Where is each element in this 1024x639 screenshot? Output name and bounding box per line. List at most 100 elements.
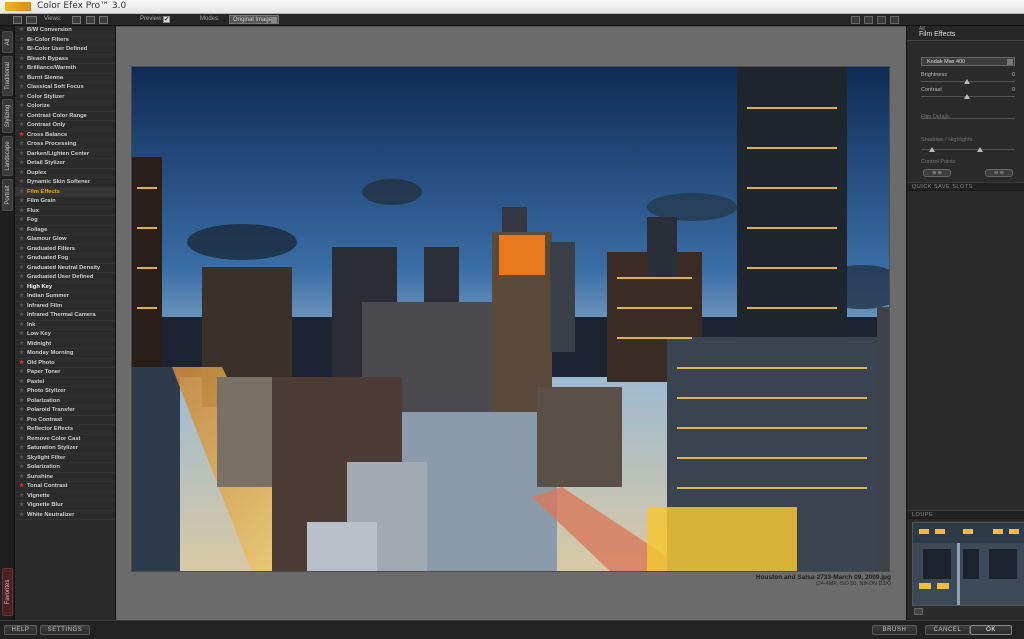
split-view-icon[interactable]: [26, 16, 37, 24]
help-button[interactable]: HELP: [4, 625, 37, 635]
filter-item[interactable]: ★ Bleach Bypass: [15, 55, 115, 64]
filter-item[interactable]: ★ Brilliance/Warmth: [15, 64, 115, 74]
filter-item[interactable]: ★ Cross Processing: [15, 140, 115, 150]
favorite-star-icon[interactable]: ★: [19, 64, 24, 73]
filter-item[interactable]: ★ Foliage: [15, 226, 115, 235]
favorite-star-icon[interactable]: ★: [19, 330, 24, 339]
hand-tool-icon[interactable]: [851, 16, 860, 24]
filter-item[interactable]: ★ Graduated User Defined: [15, 273, 115, 283]
settings-button[interactable]: SETTINGS: [40, 625, 90, 635]
filter-item[interactable]: ★ Bi-Color Filters: [15, 36, 115, 45]
favorite-star-icon[interactable]: ★: [19, 359, 24, 368]
favorite-star-icon[interactable]: ★: [19, 349, 24, 358]
favorite-star-icon[interactable]: ★: [19, 45, 24, 54]
favorite-star-icon[interactable]: ★: [19, 131, 24, 140]
favorite-star-icon[interactable]: ★: [19, 169, 24, 178]
view-single-button[interactable]: [72, 16, 81, 24]
filter-item[interactable]: ★ Graduated Filters: [15, 245, 115, 254]
filter-item[interactable]: ★ Bi-Color User Defined: [15, 45, 115, 55]
favorite-star-icon[interactable]: ★: [19, 74, 24, 83]
favorite-star-icon[interactable]: ★: [19, 216, 24, 225]
filter-item[interactable]: ★ Graduated Neutral Density: [15, 264, 115, 273]
loupe-pin-icon[interactable]: [914, 608, 923, 615]
preview-canvas[interactable]: Houston and Salsa-2733-March 09, 2009.jp…: [116, 26, 906, 620]
favorite-star-icon[interactable]: ★: [19, 454, 24, 463]
filter-item[interactable]: ★ Contrast Color Range: [15, 112, 115, 121]
favorite-star-icon[interactable]: ★: [19, 93, 24, 102]
filter-item[interactable]: ★ Polaroid Transfer: [15, 406, 115, 416]
filter-item[interactable]: ★ Polarization: [15, 397, 115, 406]
mode-select[interactable]: Original Image: [229, 15, 279, 24]
info-tool-icon[interactable]: [890, 16, 899, 24]
film-details-label[interactable]: Film Details: [921, 114, 950, 120]
favorite-star-icon[interactable]: ★: [19, 197, 24, 206]
filter-item[interactable]: ★ Indian Summer: [15, 292, 115, 302]
favorite-star-icon[interactable]: ★: [19, 302, 24, 311]
tab-landscape[interactable]: Landscape: [2, 136, 13, 176]
filter-item[interactable]: ★ Detail Stylizer: [15, 159, 115, 169]
filter-item[interactable]: ★ Remove Color Cast: [15, 435, 115, 444]
favorite-star-icon[interactable]: ★: [19, 473, 24, 482]
filter-item[interactable]: ★ Classical Soft Focus: [15, 83, 115, 93]
favorite-star-icon[interactable]: ★: [19, 492, 24, 501]
favorite-star-icon[interactable]: ★: [19, 264, 24, 273]
filter-item[interactable]: ★ Fog: [15, 216, 115, 226]
filter-item[interactable]: ★ Film Effects: [15, 187, 115, 197]
favorite-star-icon[interactable]: ★: [19, 283, 24, 292]
single-view-icon[interactable]: [13, 16, 22, 24]
favorite-star-icon[interactable]: ★: [19, 511, 24, 520]
filter-item[interactable]: ★ Monday Morning: [15, 349, 115, 359]
filter-item[interactable]: ★ High Key: [15, 283, 115, 292]
filter-item[interactable]: ★ Graduated Fog: [15, 254, 115, 264]
favorite-star-icon[interactable]: ★: [19, 321, 24, 330]
loupe-header[interactable]: LOUPE: [907, 510, 1024, 519]
filter-item[interactable]: ★ Sunshine: [15, 473, 115, 482]
filter-item[interactable]: ★ Infrared Film: [15, 302, 115, 311]
background-toggle-icon[interactable]: [877, 16, 886, 24]
favorite-star-icon[interactable]: ★: [19, 254, 24, 263]
favorite-star-icon[interactable]: ★: [19, 188, 24, 197]
favorite-star-icon[interactable]: ★: [19, 207, 24, 216]
filter-item[interactable]: ★ Color Stylizer: [15, 93, 115, 102]
favorite-star-icon[interactable]: ★: [19, 83, 24, 92]
favorite-star-icon[interactable]: ★: [19, 444, 24, 453]
filter-item[interactable]: ★ Midnight: [15, 340, 115, 349]
add-control-point-button[interactable]: ⊕ ⊕: [923, 169, 951, 177]
filter-item[interactable]: ★ B/W Conversion: [15, 26, 115, 36]
favorite-star-icon[interactable]: ★: [19, 435, 24, 444]
filter-item[interactable]: ★ Colorize: [15, 102, 115, 112]
favorite-star-icon[interactable]: ★: [19, 273, 24, 282]
filter-item[interactable]: ★ Tonal Contrast: [15, 482, 115, 492]
filter-item[interactable]: ★ Skylight Filter: [15, 454, 115, 463]
favorite-star-icon[interactable]: ★: [19, 406, 24, 415]
brightness-slider-thumb[interactable]: [964, 79, 970, 84]
filter-item[interactable]: ★ Low Key: [15, 330, 115, 340]
tab-stylizing[interactable]: Stylizing: [2, 99, 13, 133]
favorite-star-icon[interactable]: ★: [19, 235, 24, 244]
favorite-star-icon[interactable]: ★: [19, 26, 24, 35]
filter-item[interactable]: ★ Cross Balance: [15, 131, 115, 140]
filter-item[interactable]: ★ Ink: [15, 321, 115, 330]
favorite-star-icon[interactable]: ★: [19, 387, 24, 396]
zoom-tool-icon[interactable]: [864, 16, 873, 24]
shadows-highlights-slider[interactable]: [921, 149, 1015, 150]
filter-item[interactable]: ★ Reflector Effects: [15, 425, 115, 435]
filter-item[interactable]: ★ Flux: [15, 207, 115, 216]
favorite-star-icon[interactable]: ★: [19, 340, 24, 349]
filter-item[interactable]: ★ Pastel: [15, 378, 115, 387]
favorite-star-icon[interactable]: ★: [19, 501, 24, 510]
favorite-star-icon[interactable]: ★: [19, 178, 24, 187]
brush-button[interactable]: BRUSH: [872, 625, 917, 635]
shadows-highlights-label[interactable]: Shadows / Highlights: [921, 137, 972, 143]
favorite-star-icon[interactable]: ★: [19, 102, 24, 111]
filter-item[interactable]: ★ White Neutralizer: [15, 511, 115, 520]
remove-control-point-button[interactable]: ⊖ ⊖: [985, 169, 1013, 177]
film-type-select[interactable]: Kodak Max 400: [921, 57, 1015, 66]
filter-item[interactable]: ★ Old Photo: [15, 359, 115, 368]
filter-item[interactable]: ★ Dynamic Skin Softener: [15, 178, 115, 188]
filter-item[interactable]: ★ Pro Contrast: [15, 416, 115, 425]
preview-checkbox[interactable]: ✔: [163, 16, 170, 23]
favorite-star-icon[interactable]: ★: [19, 463, 24, 472]
favorite-star-icon[interactable]: ★: [19, 55, 24, 64]
favorite-star-icon[interactable]: ★: [19, 311, 24, 320]
